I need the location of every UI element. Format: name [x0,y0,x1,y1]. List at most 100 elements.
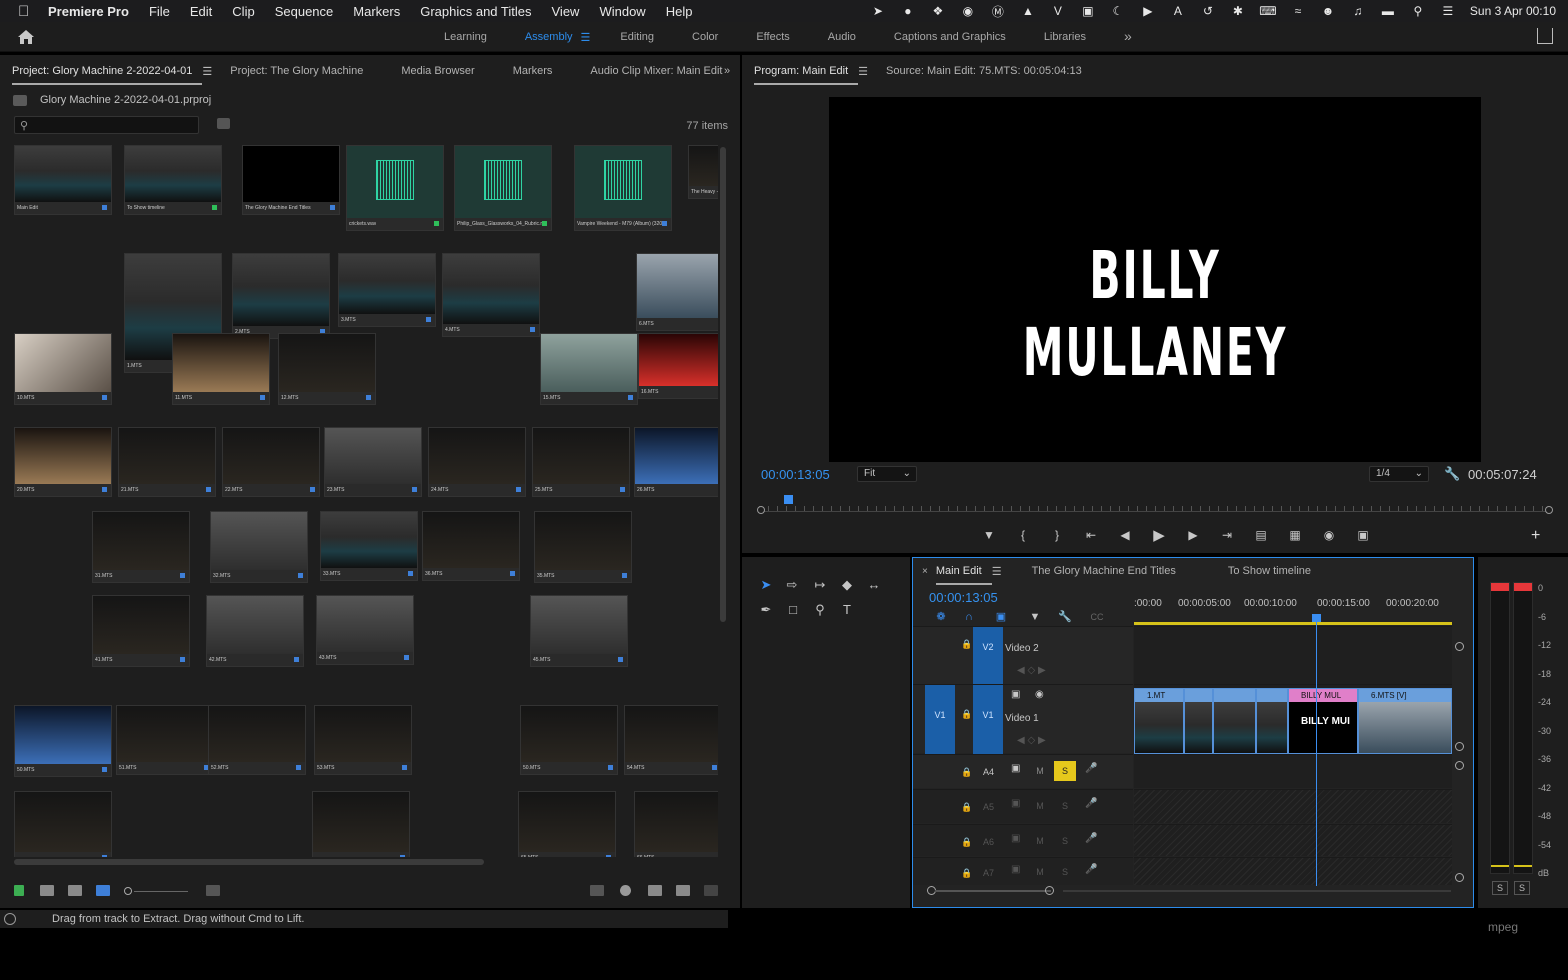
project-clip-item[interactable]: 35.MTS [534,511,632,583]
project-clip-item[interactable]: 12.MTS [278,333,376,405]
keyframe-nav-icon[interactable]: ◀ ◇ ▶ [1017,665,1046,676]
go-to-out-icon[interactable]: ⇥ [1210,528,1244,542]
lock-icon[interactable]: 🔒 [961,837,972,848]
tab-project-glory-machine[interactable]: Project: The Glory Machine [230,65,363,77]
keyframe-nav-icon[interactable]: ◀ ◇ ▶ [1017,735,1046,746]
audio-scroll-handle-bottom[interactable] [1455,873,1464,882]
location-icon[interactable]: ➤ [870,4,886,18]
extract-icon[interactable]: ▦ [1278,528,1312,542]
project-clip-item[interactable]: crickets.wav [346,145,444,231]
project-clip-item[interactable]: Main Edit [14,145,112,215]
project-clip-item[interactable]: 23.MTS [324,427,422,497]
tab-audio-clip-mixer[interactable]: Audio Clip Mixer: Main Edit [590,65,722,77]
project-clip-item[interactable]: 21.MTS [118,427,216,497]
linked-selection-icon[interactable]: ▣ [993,609,1009,625]
menu-view[interactable]: View [552,4,580,19]
tab-program-main-edit[interactable]: Program: Main Edit [754,65,859,85]
project-clip-item[interactable]: 25.MTS [532,427,630,497]
timeline-clip[interactable]: 1.MT [1134,688,1184,754]
tab-media-browser[interactable]: Media Browser [401,65,474,77]
settings-wrench-icon[interactable]: 🔧 [1444,466,1460,482]
control-center-icon[interactable]: ☰ [1440,4,1456,18]
timeline-zoom-scrollbar[interactable] [927,886,1054,895]
project-clip-item[interactable]: 6.MTS [636,253,718,331]
track-area-a6[interactable] [1134,824,1452,856]
workspace-assembly[interactable]: Assembly [525,31,573,43]
solo-button[interactable]: S [1054,761,1076,781]
nest-toggle-icon[interactable]: ❁ [933,609,949,625]
search-icon[interactable]: ⚲ [1410,4,1426,18]
track-target-v2[interactable]: V2 [973,627,1003,685]
zoom-slider-handle[interactable] [124,887,132,895]
workspace-editing[interactable]: Editing [620,31,654,43]
workspace-color[interactable]: Color [692,31,718,43]
dropbox-icon[interactable]: ❖ [930,4,946,18]
workspace-effects[interactable]: Effects [756,31,789,43]
snap-icon[interactable]: ∩ [961,609,977,625]
project-clip-item[interactable] [312,791,410,857]
timeline-playhead[interactable] [1312,614,1321,622]
track-area-a7[interactable] [1134,857,1452,885]
captions-icon[interactable]: CC [1089,609,1105,625]
project-clip-item[interactable]: Philip_Glass_Glassworks_04_Rubric.mp3 [454,145,552,231]
tab-markers[interactable]: Markers [513,65,553,77]
toggle-sync-lock-icon[interactable]: ▣ [1011,689,1020,700]
program-time-ruler[interactable] [757,498,1553,514]
mute-button[interactable]: M [1029,831,1051,851]
trash-icon[interactable] [704,885,718,896]
project-clip-item[interactable]: 52.MTS [208,705,306,775]
sync-lock-icon[interactable]: ▣ [1011,763,1020,774]
lock-icon[interactable]: 🔒 [961,709,972,720]
playback-resolution-select[interactable]: 1/4 ⌄ [1369,466,1429,482]
menu-file[interactable]: File [149,4,170,19]
mute-icon[interactable]: ♫ [1350,4,1366,18]
icon-view-icon[interactable] [68,885,82,896]
ruler-end-handle[interactable] [1545,506,1553,514]
solo-button[interactable]: S [1054,796,1076,816]
timeline-menu-icon[interactable]: ☰ [992,565,1002,578]
program-menu-icon[interactable]: ☰ [858,65,868,78]
microphone-icon[interactable]: 🎤 [1085,864,1097,875]
find-icon[interactable] [620,885,631,896]
mute-button[interactable]: M [1029,862,1051,882]
drive-icon[interactable]: ▲ [1020,4,1036,18]
track-area-v2[interactable] [1134,626,1452,684]
share-icon[interactable] [1537,28,1553,44]
tab-source[interactable]: Source: Main Edit: 75.MTS: 00:05:04:13 [886,65,1082,77]
time-machine-icon[interactable]: ↺ [1200,4,1216,18]
new-item-icon[interactable] [676,885,690,896]
menu-help[interactable]: Help [666,4,693,19]
workspace-captions[interactable]: Captions and Graphics [894,31,1006,43]
zoom-select[interactable]: Fit ⌄ [857,466,917,482]
tab-project-glory-machine-2[interactable]: Project: Glory Machine 2-2022-04-01 [12,65,203,85]
mute-button[interactable]: M [1029,761,1051,781]
lock-icon[interactable]: 🔒 [961,868,972,879]
project-clip-item[interactable]: 45.MTS [530,595,628,667]
workspace-audio[interactable]: Audio [828,31,856,43]
play-circle-icon[interactable]: ▶ [1140,4,1156,18]
microphone-icon[interactable]: 🎤 [1085,833,1097,844]
home-icon[interactable] [16,28,36,46]
project-clip-item[interactable]: 20.MTS [14,427,112,497]
menu-window[interactable]: Window [599,4,645,19]
wifi-icon[interactable]: ≈ [1290,4,1306,18]
lock-icon[interactable]: 🔒 [961,767,972,778]
project-clip-item[interactable]: 31.MTS [92,511,190,583]
project-clip-item[interactable]: 42.MTS [206,595,304,667]
video-scroll-handle-bottom[interactable] [1455,742,1464,751]
step-forward-icon[interactable]: ▶ [1176,528,1210,542]
track-area-v1[interactable]: 1.MT BILLY MUL BILLY MUI 6.MTS [V] [1134,684,1452,754]
project-clip-item[interactable]: 15.MTS [540,333,638,405]
timeline-clip[interactable] [1184,688,1213,754]
bluetooth-icon[interactable]: ✱ [1230,4,1246,18]
solo-left-button[interactable]: S [1492,881,1508,895]
list-view-icon[interactable] [40,885,54,896]
work-area-bar[interactable] [1134,622,1452,625]
timeline-clip[interactable]: BILLY MUL BILLY MUI [1288,688,1358,754]
pencil-icon[interactable] [14,885,24,896]
razor-tool-icon[interactable]: ◆ [839,577,855,593]
type-tool-icon[interactable]: T [839,602,855,618]
sync-icon[interactable]: ◉ [960,4,976,18]
zoom-scroll-track[interactable] [935,890,1051,892]
new-bin-icon[interactable] [648,885,662,896]
